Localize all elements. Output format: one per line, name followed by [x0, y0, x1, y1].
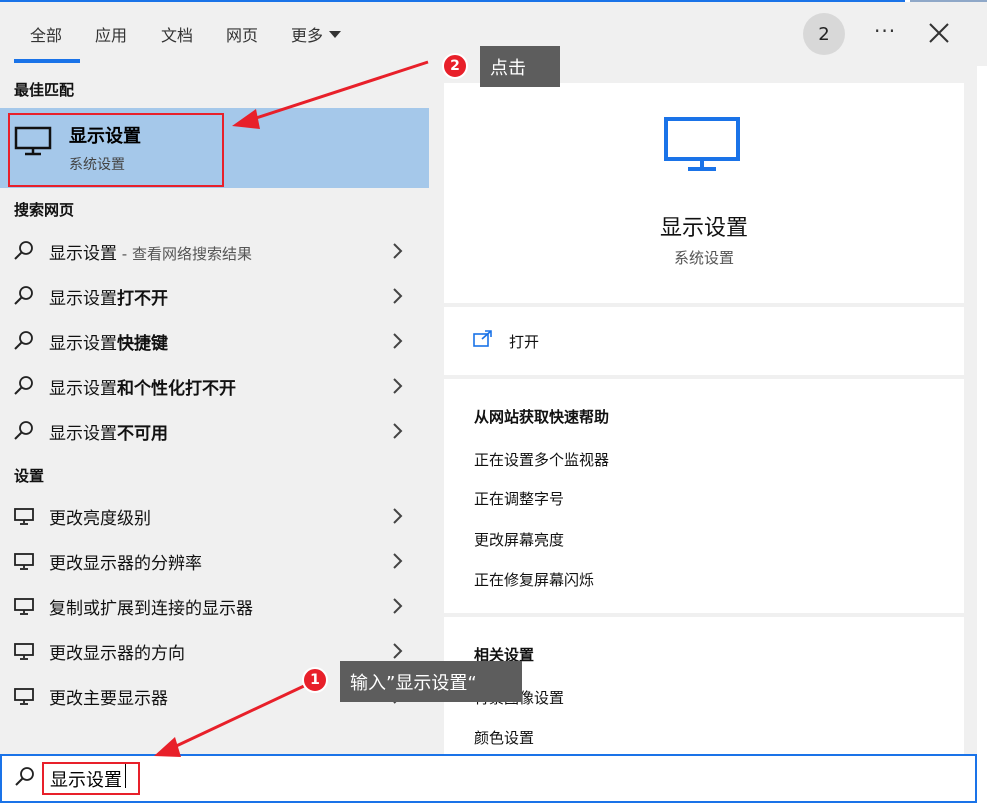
search-bar[interactable]: [0, 754, 977, 803]
search-icon: [14, 241, 33, 260]
chevron-right-icon: [393, 378, 403, 394]
annotation-highlight-best-match: [8, 113, 224, 187]
web-result-label: 显示设置不可用: [49, 424, 168, 444]
help-link[interactable]: 正在修复屏幕闪烁: [474, 569, 594, 590]
chevron-right-icon: [393, 423, 403, 439]
chevron-right-icon: [393, 598, 403, 614]
monitor-icon: [14, 508, 34, 525]
web-result-row[interactable]: 显示设置不可用: [0, 409, 429, 453]
open-label: 打开: [509, 333, 540, 351]
settings-result-row[interactable]: 复制或扩展到连接的显示器: [0, 584, 429, 628]
chevron-right-icon: [393, 288, 403, 304]
rewards-badge[interactable]: 2: [803, 13, 845, 55]
tab-apps[interactable]: 应用: [95, 22, 127, 46]
help-link[interactable]: 正在调整字号: [474, 488, 564, 509]
search-icon: [14, 286, 33, 305]
step-number-badge: 2: [442, 53, 468, 79]
monitor-icon: [14, 598, 34, 615]
web-result-row[interactable]: 显示设置和个性化打不开: [0, 364, 429, 408]
search-icon: [14, 376, 33, 395]
help-heading: 从网站获取快速帮助: [474, 408, 610, 426]
section-web: 搜索网页: [14, 201, 75, 219]
annotation-callout-type: 输入”显示设置“: [340, 661, 522, 702]
web-result-label: 显示设置 - 查看网络搜索结果: [49, 244, 252, 264]
settings-result-label: 更改主要显示器: [49, 689, 168, 709]
chevron-right-icon: [393, 333, 403, 349]
monitor-icon: [664, 117, 740, 171]
settings-result-row[interactable]: 更改显示器的分辨率: [0, 539, 429, 583]
help-link[interactable]: 更改屏幕亮度: [474, 529, 564, 550]
tab-web[interactable]: 网页: [226, 22, 258, 46]
caret-down-icon: [329, 31, 342, 38]
annotation-highlight-search: [42, 762, 140, 795]
tab-more-label: 更多: [291, 26, 324, 45]
monitor-icon: [14, 688, 34, 705]
settings-result-label: 复制或扩展到连接的显示器: [49, 599, 253, 619]
monitor-icon: [14, 643, 34, 660]
search-icon: [15, 767, 34, 786]
tab-documents[interactable]: 文档: [161, 22, 193, 46]
more-options-icon[interactable]: ···: [874, 19, 896, 43]
section-settings: 设置: [14, 467, 45, 485]
preview-title: 显示设置: [659, 216, 748, 241]
web-result-row[interactable]: 显示设置快捷键: [0, 319, 429, 363]
open-external-icon: [473, 330, 492, 347]
web-result-label: 显示设置快捷键: [49, 334, 168, 354]
monitor-icon: [14, 553, 34, 570]
settings-result-row[interactable]: 更改亮度级别: [0, 494, 429, 538]
step-number-badge: 1: [302, 667, 328, 693]
web-result-row[interactable]: 显示设置打不开: [0, 274, 429, 318]
chevron-right-icon: [393, 243, 403, 259]
section-best-match: 最佳匹配: [14, 81, 75, 99]
settings-result-label: 更改显示器的分辨率: [49, 554, 202, 574]
preview-card: [444, 83, 964, 303]
web-result-row[interactable]: 显示设置 - 查看网络搜索结果: [0, 229, 429, 273]
tab-more[interactable]: 更多: [291, 22, 342, 46]
annotation-callout-click: 点击: [480, 46, 560, 87]
preview-subtitle: 系统设置: [673, 249, 734, 267]
web-result-label: 显示设置和个性化打不开: [49, 379, 236, 399]
search-icon: [14, 331, 33, 350]
related-link[interactable]: 颜色设置: [474, 727, 534, 748]
active-tab-indicator: [14, 59, 80, 63]
web-result-label: 显示设置打不开: [49, 289, 168, 309]
chevron-right-icon: [393, 643, 403, 659]
settings-result-label: 更改显示器的方向: [49, 644, 185, 664]
chevron-right-icon: [393, 508, 403, 524]
help-link[interactable]: 正在设置多个监视器: [474, 449, 609, 470]
tab-all[interactable]: 全部: [30, 22, 62, 46]
close-icon[interactable]: [928, 22, 950, 44]
search-icon: [14, 421, 33, 440]
chevron-right-icon: [393, 553, 403, 569]
settings-result-label: 更改亮度级别: [49, 509, 151, 529]
